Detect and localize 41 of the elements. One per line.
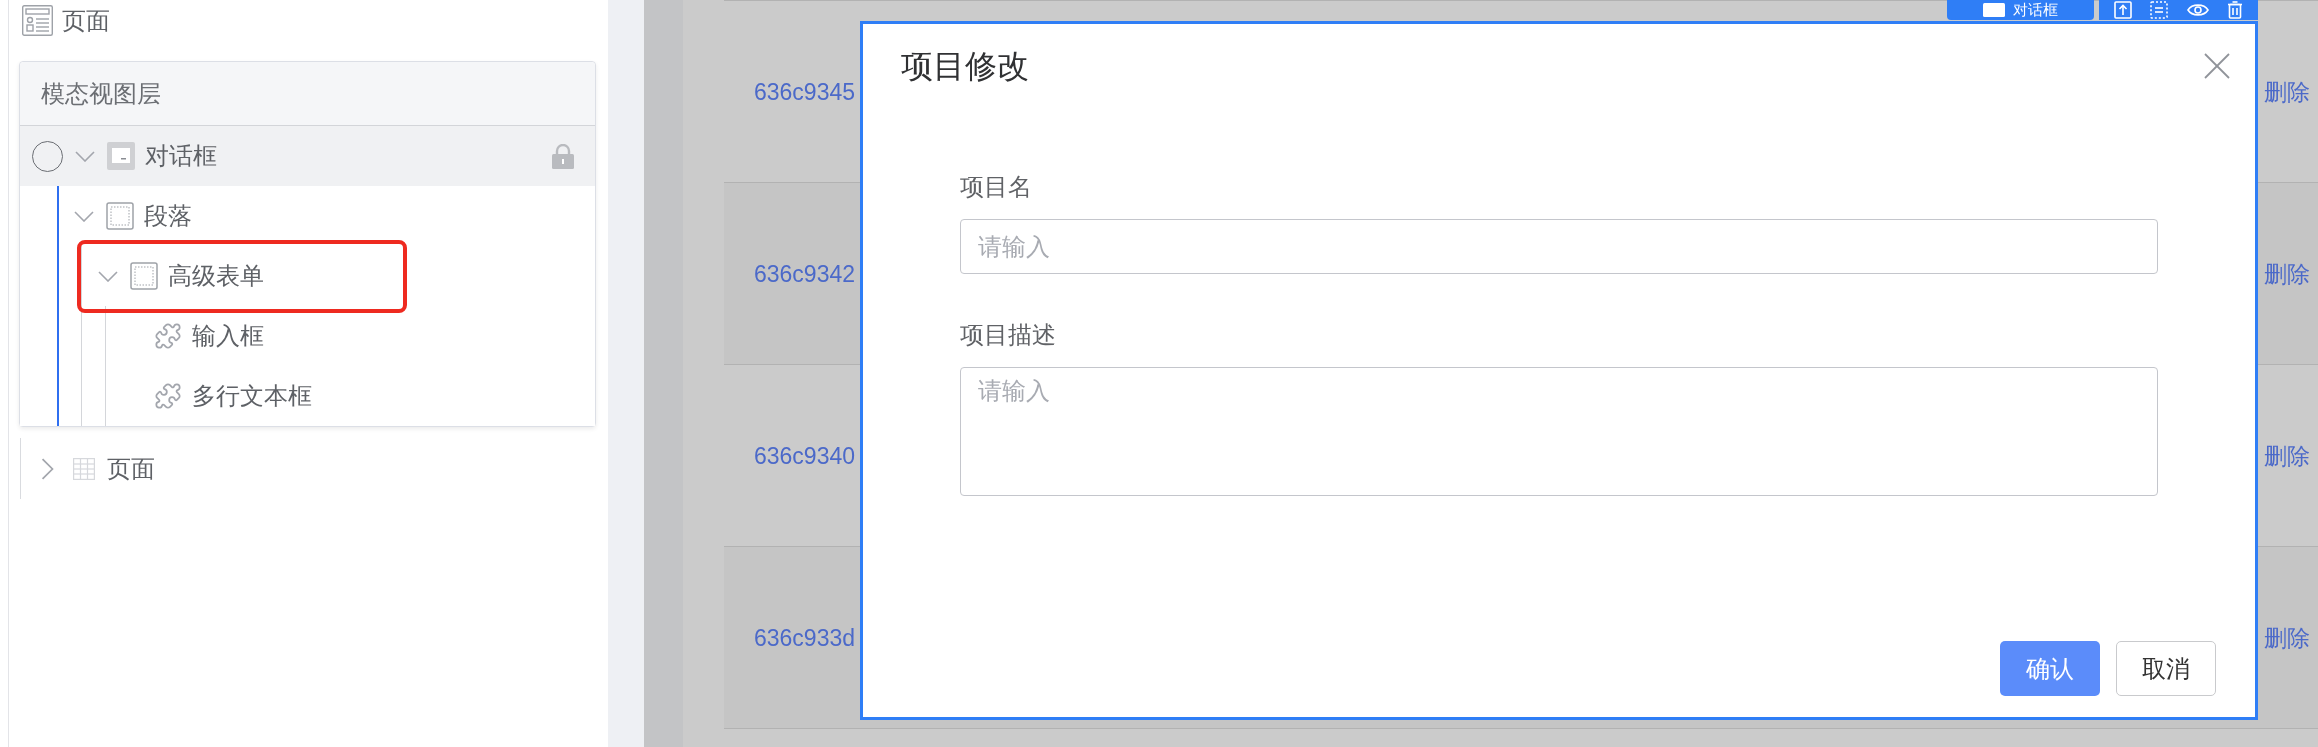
tree-item[interactable]: 对话框 xyxy=(20,126,595,186)
record-id-link[interactable]: 636c9340 xyxy=(754,440,856,471)
component-tag: 对话框 xyxy=(1947,0,2094,20)
tree-item[interactable]: 多行文本框 xyxy=(20,366,595,426)
chevron-down-icon[interactable] xyxy=(74,210,94,222)
chevron-down-icon[interactable] xyxy=(98,270,118,282)
input-field[interactable]: 请输入 xyxy=(960,219,2158,274)
page-layout-icon xyxy=(22,5,53,36)
tree-item[interactable]: 高级表单 xyxy=(20,246,595,306)
chevron-down-icon[interactable] xyxy=(75,150,95,162)
textarea-field[interactable]: 请输入 xyxy=(960,367,2158,496)
table-grid-icon xyxy=(73,457,95,480)
puzzle-icon xyxy=(154,322,182,350)
primary-button[interactable]: 确认 xyxy=(2000,641,2100,696)
delete-link[interactable]: 删除 xyxy=(2264,258,2310,289)
dashed-square-icon[interactable] xyxy=(2150,1,2169,19)
panel-header: 模态视图层 xyxy=(20,62,595,126)
dotted-square-icon xyxy=(106,202,134,230)
record-id-link[interactable]: 636c9345 xyxy=(754,76,856,107)
delete-link[interactable]: 删除 xyxy=(2264,440,2310,471)
delete-link[interactable]: 删除 xyxy=(2264,76,2310,107)
secondary-button[interactable]: 取消 xyxy=(2116,641,2216,696)
tree-item[interactable]: 输入框 xyxy=(20,306,595,366)
trash-icon[interactable] xyxy=(2226,1,2243,19)
tree-item[interactable]: 段落 xyxy=(20,186,595,246)
rectangle-icon xyxy=(1983,3,2005,17)
eye-icon[interactable] xyxy=(2186,3,2209,17)
lock-icon[interactable] xyxy=(552,143,574,169)
delete-link[interactable]: 删除 xyxy=(2264,622,2310,653)
close-button[interactable] xyxy=(2204,53,2230,79)
dotted-square-icon xyxy=(130,262,158,290)
page-title: 页面 xyxy=(62,5,110,36)
close-icon xyxy=(2204,53,2230,79)
window-icon xyxy=(107,142,135,170)
record-id-link[interactable]: 636c933d xyxy=(754,622,856,653)
record-id-link[interactable]: 636c9342 xyxy=(754,258,856,289)
puzzle-icon xyxy=(154,382,182,410)
chevron-right-icon[interactable] xyxy=(41,457,54,480)
field-label: 项目描述 xyxy=(960,320,1056,350)
dialog-title: 项目修改 xyxy=(901,47,1029,86)
field-label: 项目名 xyxy=(960,172,1032,202)
